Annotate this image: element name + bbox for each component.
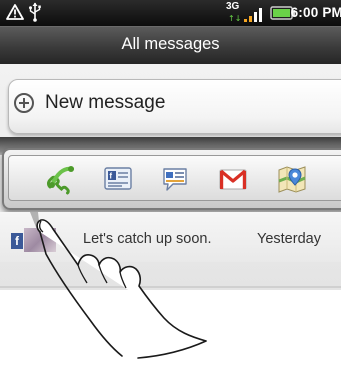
hand-icon xyxy=(36,219,207,359)
